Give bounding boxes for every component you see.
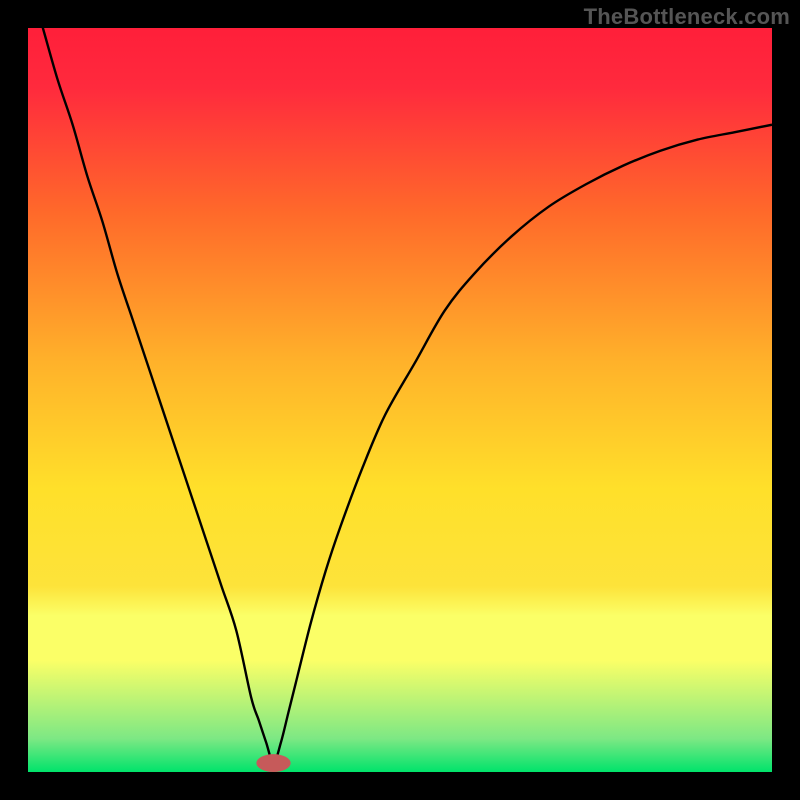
- bottleneck-chart: [28, 28, 772, 772]
- watermark-text: TheBottleneck.com: [584, 4, 790, 30]
- chart-frame: TheBottleneck.com: [0, 0, 800, 800]
- plot-area: [28, 28, 772, 772]
- gradient-background: [28, 28, 772, 772]
- minimum-marker: [256, 754, 290, 772]
